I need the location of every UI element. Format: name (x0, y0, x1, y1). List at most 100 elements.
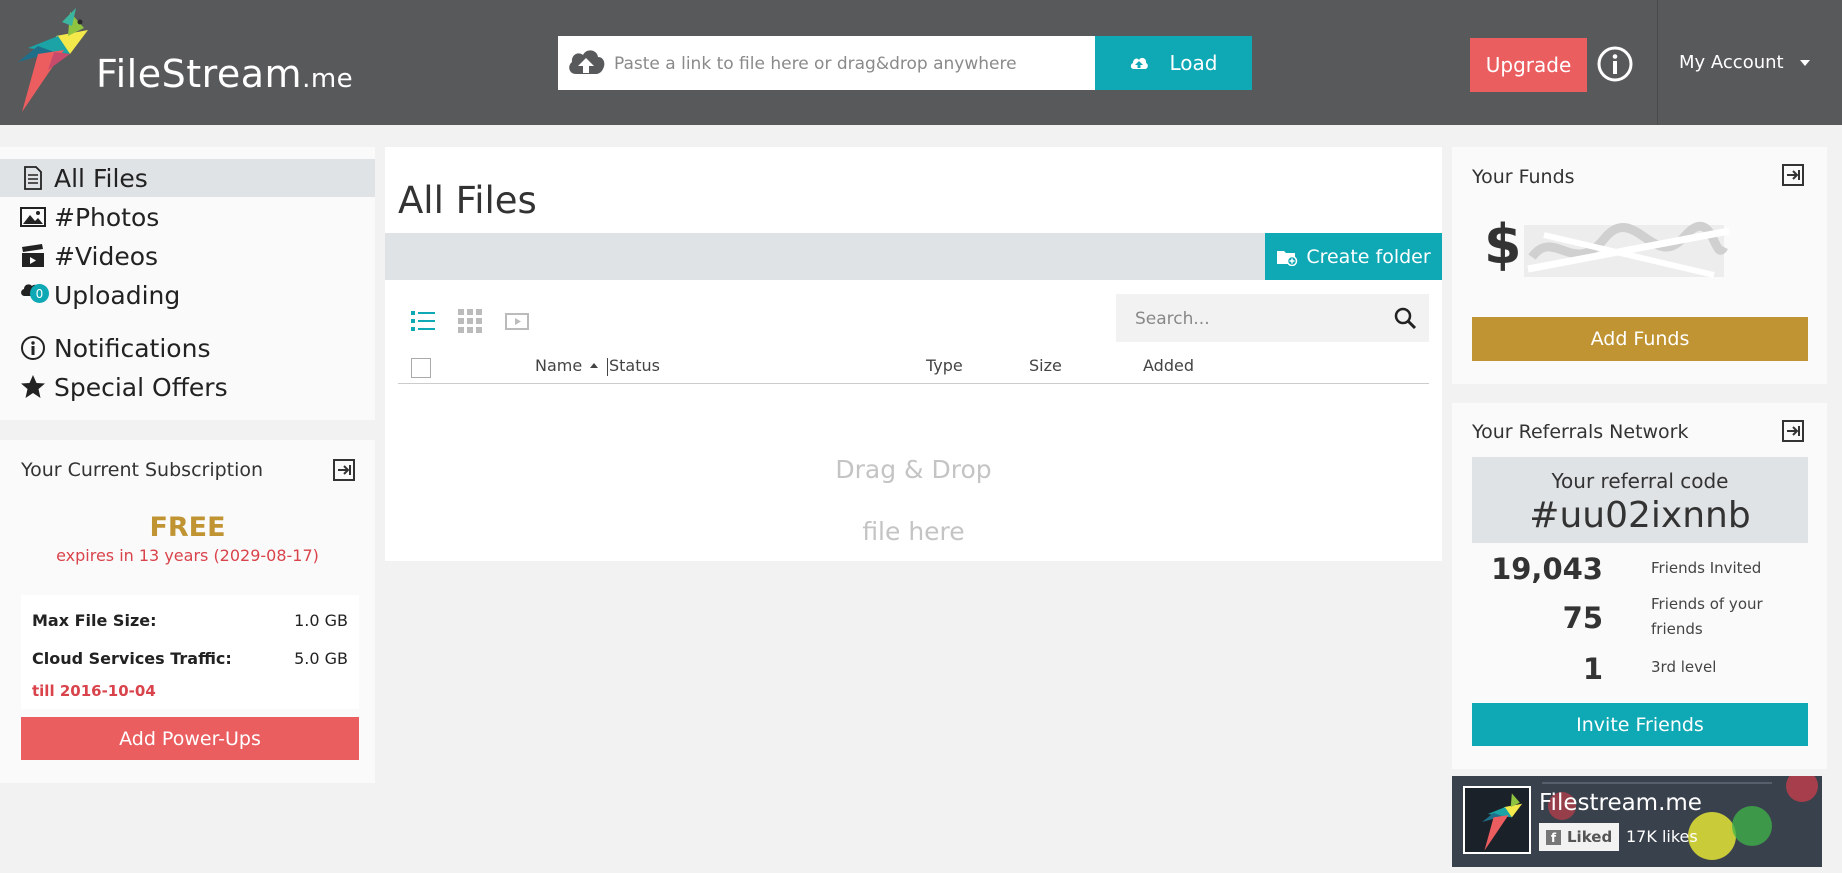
my-account-menu[interactable]: My Account (1679, 52, 1810, 73)
friends-invited-label: Friends Invited (1651, 559, 1762, 577)
sidebar-item-label: Uploading (54, 280, 181, 310)
collapse-panel-icon[interactable] (1782, 164, 1804, 186)
friends-of-friends-count: 75 (1562, 601, 1603, 635)
star-icon (21, 375, 45, 398)
referrals-title: Your Referrals Network (1472, 421, 1689, 443)
column-header-name[interactable]: Name (535, 356, 609, 376)
clapper-icon (22, 244, 44, 267)
currency-symbol: $ (1484, 213, 1522, 276)
upgrade-label: Upgrade (1485, 53, 1572, 77)
drop-zone-line1: Drag & Drop (835, 455, 992, 484)
file-search (1116, 294, 1429, 344)
traffic-value: 5.0 GB (294, 649, 348, 668)
column-size-label: Size (1029, 356, 1062, 375)
sidebar-item-photos[interactable]: #Photos (0, 198, 375, 236)
friends-of-friends-label: Friends of your friends (1651, 595, 1763, 638)
column-header-status[interactable]: Status (609, 356, 660, 375)
sidebar-item-all-files[interactable]: All Files (0, 159, 375, 197)
sidebar-item-label: #Videos (54, 241, 159, 271)
friends-invited-count: 19,043 (1491, 552, 1603, 586)
add-funds-label: Add Funds (1590, 328, 1690, 350)
funds-panel: Your Funds $ Add Funds (1452, 147, 1827, 384)
subscription-panel: Your Current Subscription FREE expires i… (0, 440, 375, 783)
redacted-balance (1524, 221, 1730, 278)
page-title: All Files (398, 179, 537, 222)
files-toolbar: Create folder (385, 233, 1442, 280)
subscription-title: Your Current Subscription (21, 459, 264, 481)
create-folder-button[interactable]: Create folder (1265, 233, 1442, 280)
add-power-ups-button[interactable]: Add Power-Ups (21, 717, 359, 760)
folder-add-icon (1277, 250, 1298, 266)
link-input-wrap: Load (558, 36, 1252, 92)
add-funds-button[interactable]: Add Funds (1472, 317, 1808, 361)
referrals-panel: Your Referrals Network Your referral cod… (1452, 403, 1827, 769)
cloud-upload-icon (569, 50, 605, 74)
sidebar-item-videos[interactable]: #Videos (0, 237, 375, 275)
column-added-label: Added (1143, 356, 1194, 375)
third-level-label: 3rd level (1651, 658, 1717, 676)
logo-main: FileStream (96, 52, 303, 96)
create-folder-label: Create folder (1306, 245, 1431, 268)
plan-limits: Max File Size: 1.0 GB Cloud Services Tra… (21, 595, 359, 709)
collapse-panel-icon[interactable] (1782, 420, 1804, 442)
column-type-label: Type (926, 356, 963, 375)
power-ups-label: Add Power-Ups (119, 727, 261, 750)
header-divider-line (398, 383, 1429, 384)
upgrade-button[interactable]: Upgrade (1470, 38, 1587, 92)
parrot-logo-icon (1482, 793, 1523, 851)
file-search-input[interactable] (1116, 294, 1397, 344)
sidebar-item-label: #Photos (54, 202, 160, 232)
files-main-panel: All Files Create folder Nam (385, 147, 1442, 561)
sidebar-nav: All Files #Photos #Videos 0 Uploading No… (0, 147, 375, 420)
sidebar-item-uploading[interactable]: 0 Uploading (0, 276, 375, 314)
logo-tld: .me (302, 64, 354, 94)
traffic-row: Cloud Services Traffic: 5.0 GB (32, 649, 348, 668)
invite-friends-button[interactable]: Invite Friends (1472, 703, 1808, 746)
referral-code[interactable]: #uu02ixnnb (1472, 495, 1808, 536)
traffic-till: till 2016-10-04 (32, 682, 156, 700)
load-label: Load (1169, 51, 1218, 75)
filestream-logo[interactable]: FileStream.me (18, 6, 353, 121)
fb-liked-button[interactable]: f Liked (1539, 823, 1619, 851)
cloud-upload-small-icon (1130, 57, 1148, 69)
sidebar-item-label: All Files (54, 163, 148, 193)
collapse-panel-icon[interactable] (333, 459, 355, 481)
image-icon (20, 207, 46, 227)
sidebar-item-label: Notifications (54, 333, 211, 363)
info-icon[interactable] (1597, 46, 1633, 82)
uploading-count-badge: 0 (30, 284, 49, 303)
referral-code-box: Your referral code #uu02ixnnb (1472, 457, 1808, 543)
facebook-icon: f (1546, 829, 1561, 845)
referral-code-label: Your referral code (1551, 469, 1729, 493)
list-view-icon[interactable] (411, 309, 435, 333)
link-input[interactable] (612, 36, 1136, 92)
invite-friends-label: Invite Friends (1576, 713, 1704, 736)
account-label: My Account (1679, 52, 1784, 73)
traffic-label: Cloud Services Traffic: (32, 649, 232, 668)
uploading-icon-wrap: 0 (20, 282, 49, 308)
facebook-page-widget[interactable]: Filestream.me f Liked 17K likes (1452, 776, 1822, 867)
select-all-checkbox[interactable] (411, 358, 431, 378)
fb-page-avatar[interactable] (1463, 786, 1531, 854)
column-header-size[interactable]: Size (1029, 356, 1062, 375)
max-file-size-label: Max File Size: (32, 611, 157, 630)
player-view-icon[interactable] (505, 309, 529, 333)
fb-page-name[interactable]: Filestream.me (1539, 790, 1702, 816)
sidebar-item-notifications[interactable]: Notifications (0, 329, 375, 367)
grid-view-icon[interactable] (458, 309, 482, 333)
document-icon (24, 166, 42, 190)
header-divider (1657, 0, 1658, 125)
sidebar-item-special-offers[interactable]: Special Offers (0, 368, 375, 406)
column-header-type[interactable]: Type (926, 356, 963, 375)
load-button[interactable]: Load (1095, 36, 1252, 90)
chevron-down-icon (1799, 59, 1810, 66)
column-header-added[interactable]: Added (1143, 356, 1194, 375)
search-icon[interactable] (1393, 306, 1417, 330)
fb-liked-label: Liked (1567, 828, 1613, 846)
sidebar-item-label: Special Offers (54, 372, 228, 402)
plan-name: FREE (149, 512, 226, 543)
sort-asc-icon (590, 362, 599, 368)
column-status-label: Status (609, 356, 660, 375)
max-file-size-value: 1.0 GB (294, 611, 348, 630)
info-icon (21, 336, 45, 360)
